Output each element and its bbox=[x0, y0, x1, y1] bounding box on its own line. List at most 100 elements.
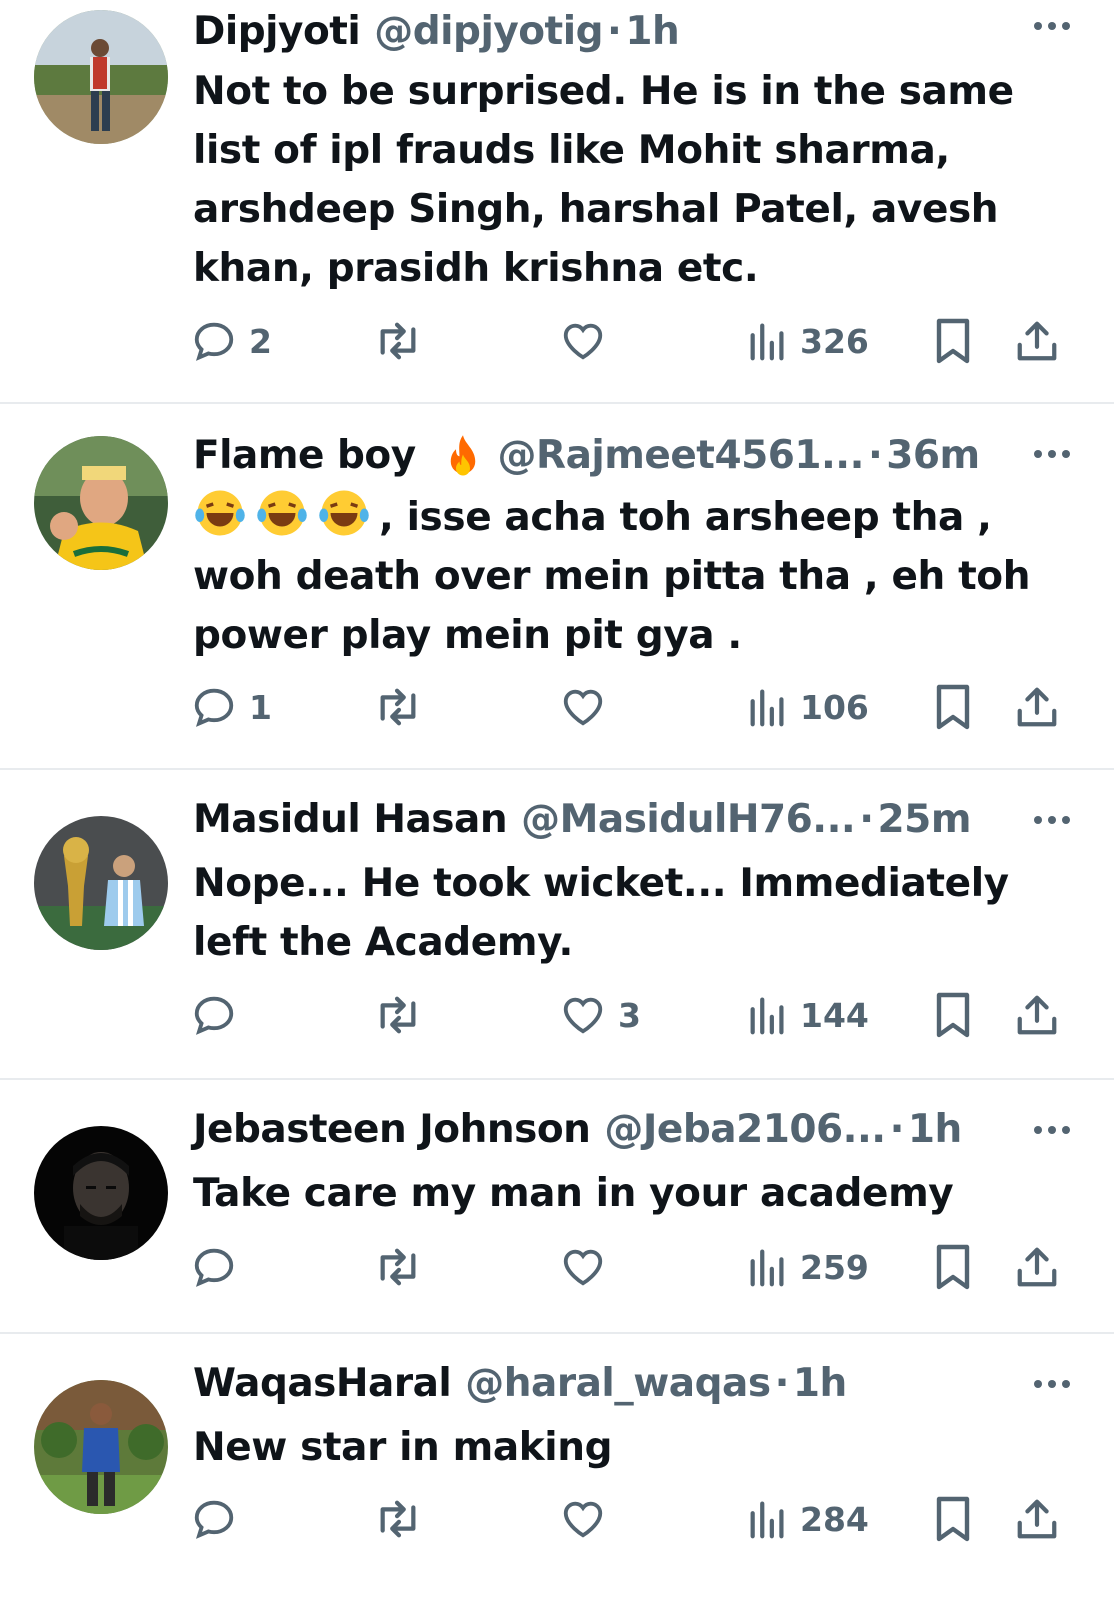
reply-text-line: left the Academy. bbox=[193, 920, 573, 965]
timestamp[interactable]: 1h bbox=[793, 1361, 847, 1406]
reply-text-line: , isse acha toh arsheep tha , bbox=[193, 488, 1083, 547]
retweet-button[interactable] bbox=[373, 1494, 435, 1544]
more-icon[interactable] bbox=[1034, 1126, 1076, 1140]
reply-icon bbox=[194, 1248, 234, 1287]
action-bar: 3 144 bbox=[0, 990, 1114, 1040]
reply-button[interactable]: 1 bbox=[191, 682, 272, 732]
reply-header: Dipjyoti @dipjyotig · 1h bbox=[193, 6, 680, 58]
share-button[interactable] bbox=[1014, 990, 1060, 1040]
views-button[interactable]: 144 bbox=[748, 990, 869, 1040]
display-name[interactable]: Jebasteen Johnson bbox=[193, 1107, 591, 1152]
share-button[interactable] bbox=[1014, 316, 1060, 366]
retweet-icon bbox=[380, 322, 416, 360]
more-icon[interactable] bbox=[1034, 1380, 1076, 1394]
bookmark-icon bbox=[936, 318, 970, 364]
views-icon bbox=[750, 689, 784, 727]
reply-icon bbox=[194, 1500, 234, 1539]
avatar[interactable] bbox=[34, 816, 168, 950]
views-icon bbox=[750, 1501, 784, 1539]
share-button[interactable] bbox=[1014, 1494, 1060, 1544]
view-count: 144 bbox=[800, 995, 869, 1035]
views-button[interactable]: 259 bbox=[748, 1242, 869, 1292]
reply-item[interactable]: WaqasHaral @haral_waqas · 1h New star in ma… bbox=[0, 1334, 1114, 1600]
avatar[interactable] bbox=[34, 1126, 168, 1260]
like-button[interactable] bbox=[560, 1242, 618, 1292]
retweet-button[interactable] bbox=[373, 682, 435, 732]
display-name[interactable]: Masidul Hasan bbox=[193, 797, 508, 842]
reply-text-line: khan, prasidh krishna etc. bbox=[193, 246, 759, 291]
retweet-button[interactable] bbox=[373, 316, 435, 366]
reply-item[interactable]: Flame boy @Rajmeet4561... · 36m , isse ach… bbox=[0, 404, 1114, 770]
view-count: 284 bbox=[800, 1499, 869, 1539]
more-icon[interactable] bbox=[1034, 450, 1076, 464]
more-icon[interactable] bbox=[1034, 816, 1076, 830]
view-count: 106 bbox=[800, 687, 869, 727]
bookmark-icon bbox=[936, 992, 970, 1038]
user-handle[interactable]: @haral_waqas bbox=[465, 1361, 771, 1406]
reply-button[interactable]: 2 bbox=[191, 316, 272, 366]
user-handle[interactable]: @Jeba2106... bbox=[604, 1107, 886, 1152]
retweet-button[interactable] bbox=[373, 990, 435, 1040]
views-button[interactable]: 106 bbox=[748, 682, 869, 732]
fire-icon bbox=[450, 434, 475, 475]
display-name[interactable]: Dipjyoti bbox=[193, 9, 361, 54]
bookmark-button[interactable] bbox=[932, 682, 974, 732]
like-button[interactable]: 3 bbox=[560, 990, 641, 1040]
separator-dot: · bbox=[774, 1361, 790, 1406]
like-button[interactable] bbox=[560, 682, 618, 732]
views-icon bbox=[750, 1249, 784, 1287]
action-bar: 284 bbox=[0, 1494, 1114, 1544]
user-handle[interactable]: @MasidulH76... bbox=[521, 797, 856, 842]
reply-text: , isse acha toh arsheep tha , woh death … bbox=[193, 488, 1083, 665]
timestamp[interactable]: 1h bbox=[625, 9, 679, 54]
reply-text-line: Nope... He took wicket... Immediately bbox=[193, 861, 1009, 906]
reply-button[interactable] bbox=[191, 1494, 249, 1544]
action-bar: 1 106 bbox=[0, 682, 1114, 732]
share-button[interactable] bbox=[1014, 682, 1060, 732]
reply-item[interactable]: Dipjyoti @dipjyotig · 1h Not to be surprise… bbox=[0, 0, 1114, 404]
share-icon bbox=[1017, 687, 1057, 727]
timestamp[interactable]: 1h bbox=[908, 1107, 962, 1152]
like-icon bbox=[563, 689, 603, 726]
views-button[interactable]: 326 bbox=[748, 316, 869, 366]
views-icon bbox=[750, 997, 784, 1035]
timestamp[interactable]: 25m bbox=[878, 797, 972, 842]
reply-button[interactable] bbox=[191, 990, 249, 1040]
bookmark-button[interactable] bbox=[932, 990, 974, 1040]
reply-item[interactable]: Masidul Hasan @MasidulH76... · 25m Nope... … bbox=[0, 770, 1114, 1080]
user-handle[interactable]: @dipjyotig bbox=[374, 9, 603, 54]
like-button[interactable] bbox=[560, 1494, 618, 1544]
reply-text: Not to be surprised. He is in the same l… bbox=[193, 62, 1083, 298]
view-count: 326 bbox=[800, 321, 869, 361]
retweet-button[interactable] bbox=[373, 1242, 435, 1292]
laughing-emoji-icon bbox=[319, 490, 369, 536]
like-button[interactable] bbox=[560, 316, 618, 366]
bookmark-button[interactable] bbox=[932, 1494, 974, 1544]
display-name[interactable]: WaqasHaral bbox=[193, 1361, 452, 1406]
bookmark-button[interactable] bbox=[932, 1242, 974, 1292]
views-button[interactable]: 284 bbox=[748, 1494, 869, 1544]
like-icon bbox=[563, 1249, 603, 1286]
reply-text-line: power play mein pit gya . bbox=[193, 613, 742, 658]
display-name[interactable]: Flame boy bbox=[193, 433, 416, 478]
avatar-image bbox=[34, 436, 168, 570]
reply-item[interactable]: Jebasteen Johnson @Jeba2106... · 1h Take ca… bbox=[0, 1080, 1114, 1334]
separator-dot: · bbox=[606, 9, 622, 54]
avatar-image bbox=[34, 10, 168, 144]
share-button[interactable] bbox=[1014, 1242, 1060, 1292]
like-icon bbox=[563, 1501, 603, 1538]
share-icon bbox=[1017, 1247, 1057, 1287]
action-bar: 2 326 bbox=[0, 316, 1114, 366]
laughing-emoji-icon bbox=[257, 490, 307, 536]
bookmark-icon bbox=[936, 1244, 970, 1290]
reply-header: Jebasteen Johnson @Jeba2106... · 1h bbox=[193, 1104, 962, 1156]
avatar[interactable] bbox=[34, 10, 168, 144]
timestamp[interactable]: 36m bbox=[886, 433, 980, 478]
avatar[interactable] bbox=[34, 436, 168, 570]
reply-button[interactable] bbox=[191, 1242, 249, 1292]
share-icon bbox=[1017, 995, 1057, 1035]
like-count: 3 bbox=[618, 995, 641, 1035]
more-icon[interactable] bbox=[1034, 22, 1076, 36]
user-handle[interactable]: @Rajmeet4561... bbox=[498, 433, 865, 478]
bookmark-button[interactable] bbox=[932, 316, 974, 366]
